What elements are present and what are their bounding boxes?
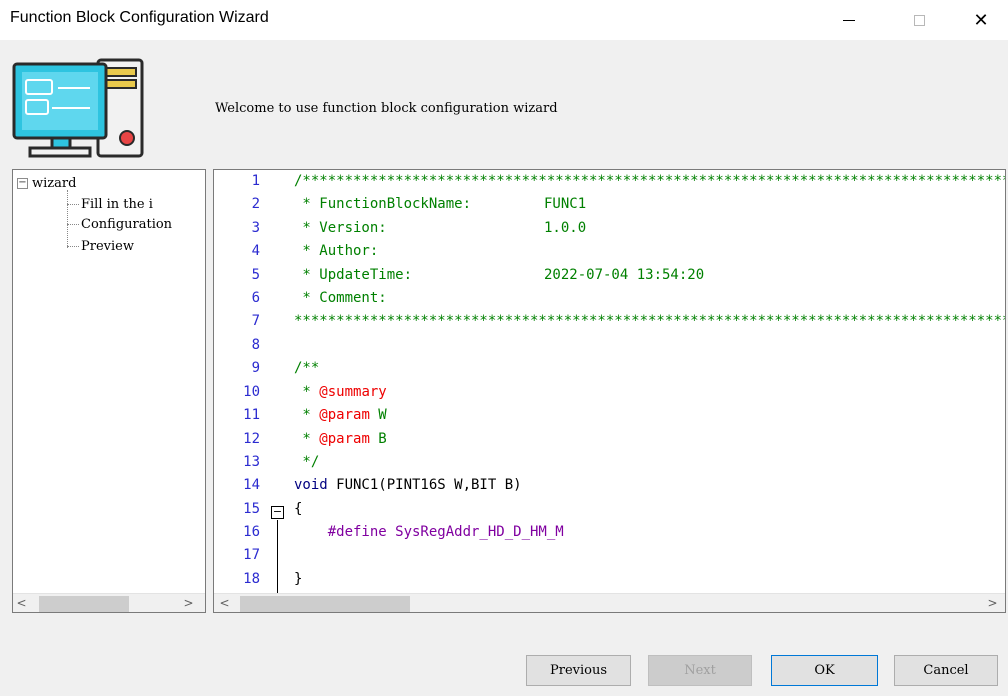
code-line: * @summary [294, 384, 387, 400]
fold-collapse-icon[interactable]: − [271, 506, 284, 519]
code-line: * FunctionBlockName: FUNC1 [294, 196, 587, 212]
scrollbar-thumb[interactable] [240, 596, 410, 612]
computer-logo-icon [12, 58, 144, 158]
line-number: 10 [243, 384, 260, 400]
minimize-icon [843, 19, 855, 21]
wizard-tree[interactable]: − wizard Fill in the i Configuration Pre… [12, 169, 206, 613]
tree-root-label: wizard [32, 176, 77, 191]
tree-root-wizard[interactable]: − wizard [17, 176, 76, 191]
code-line: * @param W [294, 407, 387, 423]
code-line: { [294, 501, 303, 517]
cancel-button[interactable]: Cancel [894, 655, 998, 686]
line-number: 1 [251, 173, 260, 189]
code-line: * UpdateTime: 2022-07-04 13:54:20 [294, 267, 705, 283]
line-number: 4 [251, 243, 260, 259]
code-line: void FUNC1(PINT16S W,BIT B) [294, 477, 522, 493]
tree-horizontal-scrollbar[interactable]: < > [13, 593, 205, 612]
scroll-right-icon[interactable]: > [180, 594, 197, 612]
tree-item-label: Configuration [81, 217, 173, 232]
minimize-button[interactable] [826, 0, 872, 40]
line-number: 11 [243, 407, 260, 423]
code-line: */ [294, 454, 320, 470]
line-number: 2 [251, 196, 260, 212]
code-line: } [294, 571, 303, 587]
fold-guide [277, 520, 278, 601]
line-number: 14 [243, 477, 260, 493]
scroll-left-icon[interactable]: < [216, 594, 233, 612]
tree-item-label: Fill in the i [81, 197, 153, 212]
tree-item-configuration[interactable]: Configuration [67, 217, 172, 232]
welcome-text: Welcome to use function block configurat… [215, 101, 558, 116]
line-number: 16 [243, 524, 260, 540]
maximize-icon [913, 14, 925, 26]
line-number: 7 [251, 313, 260, 329]
line-number: 17 [243, 547, 260, 563]
line-number: 12 [243, 431, 260, 447]
line-number: 5 [251, 267, 260, 283]
title-bar: Function Block Configuration Wizard ✕ [0, 0, 1008, 40]
previous-button[interactable]: Previous [526, 655, 631, 686]
code-preview-editor[interactable]: 1/**************************************… [213, 169, 1006, 613]
code-line: * Version: 1.0.0 [294, 220, 587, 236]
line-number: 8 [251, 337, 260, 353]
scroll-left-icon[interactable]: < [13, 594, 30, 612]
line-number: 13 [243, 454, 260, 470]
code-line: ****************************************… [294, 313, 1006, 329]
code-line: * Comment: [294, 290, 387, 306]
close-icon: ✕ [973, 9, 989, 31]
scroll-right-icon[interactable]: > [984, 594, 1001, 612]
line-number: 9 [251, 360, 260, 376]
editor-horizontal-scrollbar[interactable]: < > [214, 593, 1005, 612]
line-number: 18 [243, 571, 260, 587]
window-title: Function Block Configuration Wizard [10, 9, 269, 26]
line-number: 3 [251, 220, 260, 236]
ok-button[interactable]: OK [771, 655, 878, 686]
tree-item-preview[interactable]: Preview [67, 239, 134, 254]
collapse-icon[interactable]: − [17, 178, 28, 189]
scrollbar-thumb[interactable] [39, 596, 129, 612]
line-number: 6 [251, 290, 260, 306]
code-line: #define SysRegAddr_HD_D_HM_M [294, 524, 564, 540]
code-line: * @param B [294, 431, 387, 447]
code-line: /***************************************… [294, 173, 1006, 189]
close-button[interactable]: ✕ [958, 0, 1004, 40]
code-line: * Author: [294, 243, 379, 259]
tree-item-label: Preview [81, 239, 134, 254]
tree-item-fill-in[interactable]: Fill in the i [67, 197, 153, 212]
next-button[interactable]: Next [648, 655, 752, 686]
line-number: 15 [243, 501, 260, 517]
code-line: /** [294, 360, 320, 376]
maximize-button[interactable] [896, 0, 942, 40]
